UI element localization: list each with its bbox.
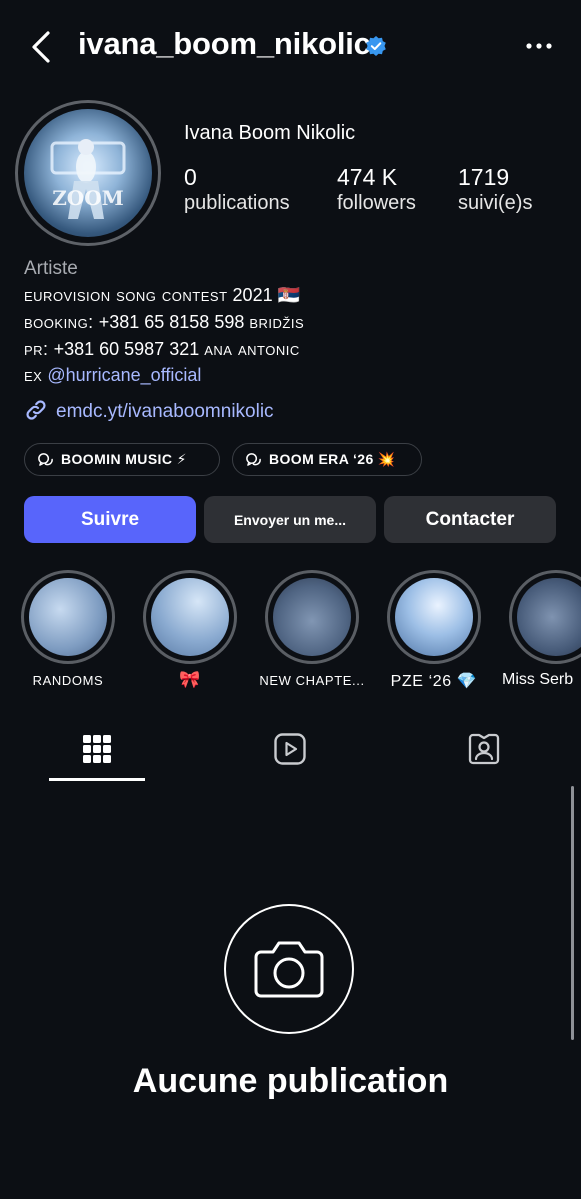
tagged-tab[interactable]	[467, 732, 501, 766]
grid-icon	[83, 735, 111, 763]
stat-value: 0	[184, 164, 197, 190]
highlight-bow[interactable]	[143, 570, 237, 664]
highlight-pze[interactable]	[387, 570, 481, 664]
bio-text: bridžis	[249, 312, 305, 332]
chip-label: BOOM ERA ‘26 💥	[269, 451, 396, 467]
stat-followers[interactable]: 474 K followers	[337, 164, 416, 215]
more-options-button[interactable]	[525, 36, 553, 56]
highlight-label: RANDOMS	[32, 673, 104, 688]
bio-text: eurovision song contest	[24, 285, 228, 305]
bio-text: 2021	[232, 285, 273, 305]
bio-text: ex	[24, 365, 43, 385]
reels-tab[interactable]	[273, 732, 307, 766]
stat-value: 474 K	[337, 164, 398, 190]
bio-mention-link[interactable]: @hurricane_official	[47, 365, 201, 385]
channel-chip-boomin-music[interactable]: BOOMIN MUSIC ⚡	[24, 443, 220, 476]
bio-text: booking:	[24, 312, 94, 332]
stat-following[interactable]: 1719 suivi(e)s	[458, 164, 532, 215]
stat-publications[interactable]: 0 publications	[184, 164, 290, 215]
channel-chip-boom-era[interactable]: BOOM ERA ‘26 💥	[232, 443, 422, 476]
bio-line: eurovision song contest 2021 🇷🇸	[24, 285, 300, 306]
bio-phone: +381 65 8158 598	[98, 312, 245, 332]
highlight-label: 🎀	[179, 670, 201, 689]
stat-label: followers	[337, 192, 416, 214]
profile-username: ivana_boom_nikolic	[78, 26, 371, 61]
stat-label: publications	[184, 192, 290, 214]
highlight-randoms[interactable]	[21, 570, 115, 664]
bio-line: booking: +381 65 8158 598 bridžis	[24, 312, 304, 333]
bio-text: ana antonic	[204, 339, 300, 359]
highlight-miss-serbia[interactable]	[509, 570, 581, 664]
bio-line: pr: +381 60 5987 321 ana antonic	[24, 339, 300, 360]
more-horizontal-icon	[526, 43, 552, 49]
bio-phone: +381 60 5987 321	[53, 339, 200, 359]
broadcast-channel-icon	[38, 453, 53, 466]
profile-category: Artiste	[24, 258, 78, 279]
active-tab-indicator	[49, 778, 145, 781]
message-button[interactable]: Envoyer un me...	[204, 496, 376, 543]
reels-icon	[274, 733, 306, 765]
verified-badge-icon	[365, 35, 387, 57]
display-name: Ivana Boom Nikolic	[184, 122, 356, 144]
stat-label: suivi(e)s	[458, 192, 533, 214]
profile-avatar[interactable]: ZOOM	[24, 109, 152, 237]
back-button[interactable]	[28, 30, 58, 64]
scrollbar[interactable]	[571, 786, 574, 1040]
link-icon	[24, 398, 48, 422]
stat-value: 1719	[458, 164, 510, 190]
highlight-label: PZE ‘26 💎	[390, 673, 478, 690]
camera-icon	[254, 941, 324, 998]
chip-label: BOOMIN MUSIC ⚡	[61, 451, 187, 467]
follow-button[interactable]: Suivre	[24, 496, 196, 543]
svg-text:ZOOM: ZOOM	[52, 186, 124, 210]
serbia-flag-emoji: 🇷🇸	[277, 285, 301, 305]
broadcast-channel-icon	[246, 453, 261, 466]
tagged-icon	[468, 733, 500, 765]
bio-text: pr:	[24, 339, 49, 359]
highlight-label: NEW CHAPTE...	[259, 673, 365, 688]
highlight-label: Miss Serb	[502, 671, 574, 688]
contact-button[interactable]: Contacter	[384, 496, 556, 543]
empty-state-camera	[224, 904, 354, 1034]
bio-link[interactable]: emdc.yt/ivanaboomnikolic	[24, 398, 274, 423]
chevron-left-icon	[32, 31, 50, 63]
grid-tab[interactable]	[80, 732, 114, 766]
bio-line: ex @hurricane_official	[24, 365, 201, 386]
empty-state-title: Aucune publication	[132, 1062, 449, 1100]
highlight-new-chapter[interactable]	[265, 570, 359, 664]
bio-link-text: emdc.yt/ivanaboomnikolic	[56, 401, 274, 422]
